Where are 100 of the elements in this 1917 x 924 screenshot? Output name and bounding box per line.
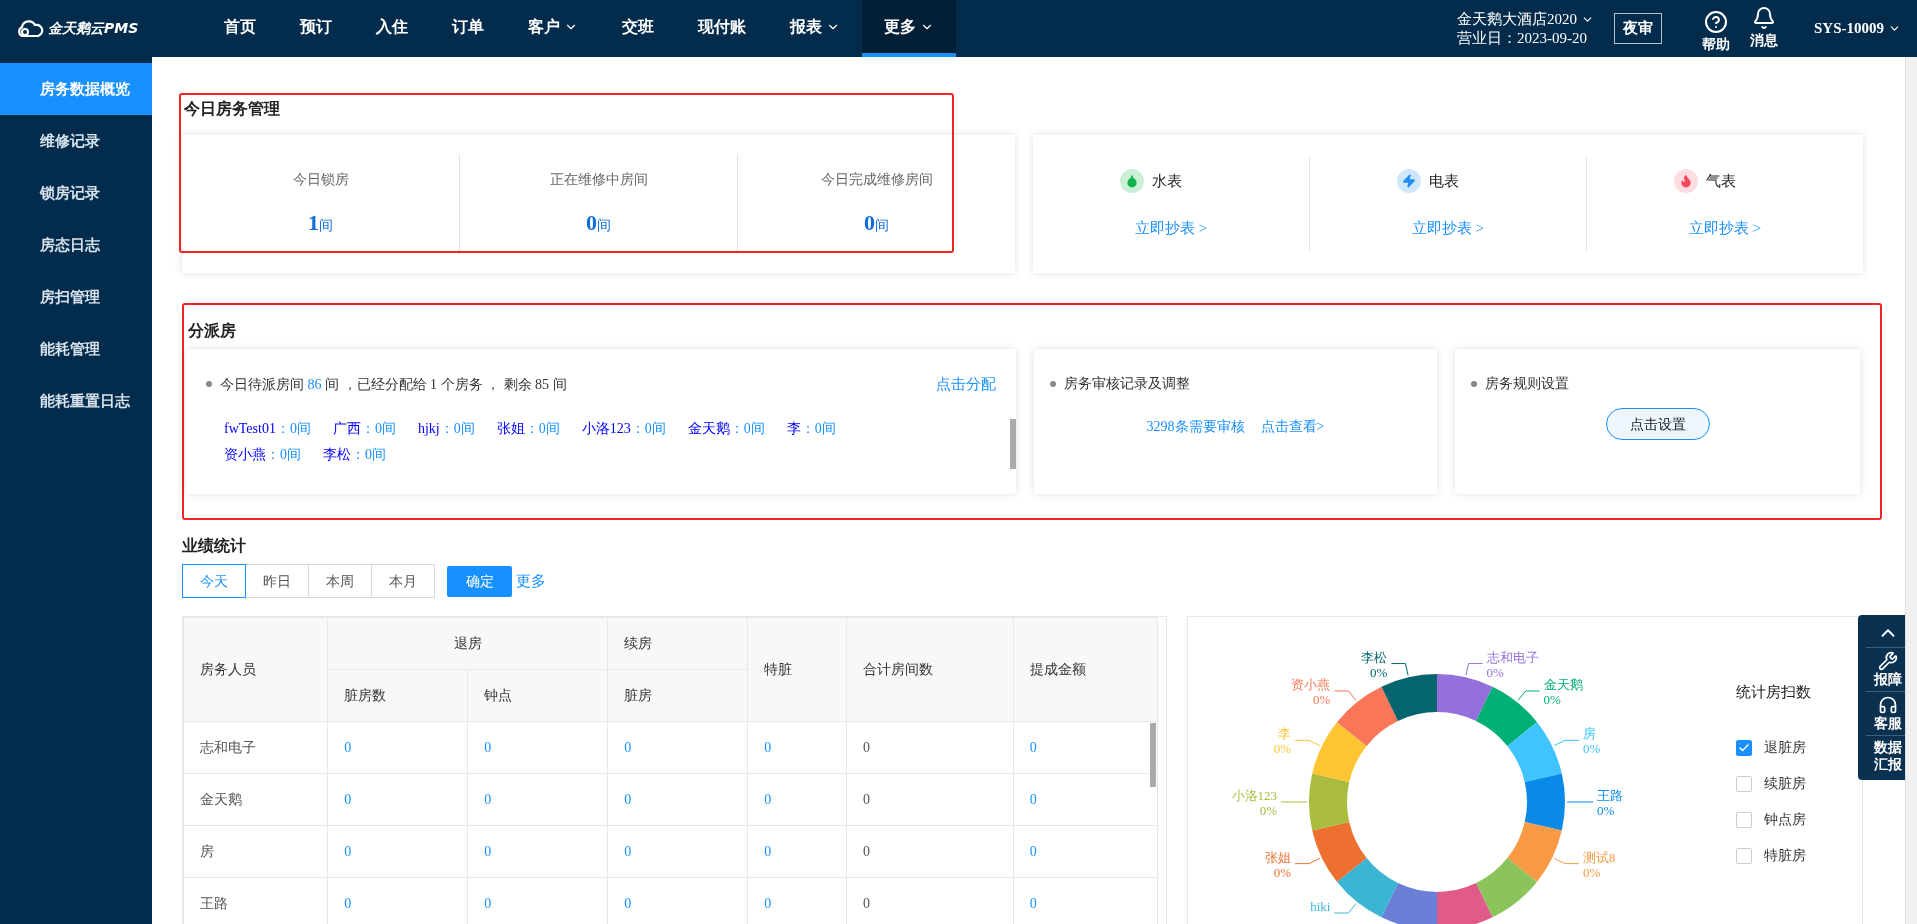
sidebar-item[interactable]: 能耗重置日志 bbox=[0, 375, 152, 427]
checkbox[interactable] bbox=[1736, 775, 1752, 792]
stat-label: 今日完成维修房间 bbox=[820, 171, 933, 189]
slice-label: 资小燕 bbox=[1291, 677, 1331, 692]
section-title: 业绩统计 bbox=[182, 536, 247, 556]
period-tab[interactable]: 本月 bbox=[371, 564, 435, 598]
tool-label[interactable]: 数据汇报 bbox=[1872, 739, 1903, 773]
checkbox-label: 特脏房 bbox=[1764, 847, 1806, 865]
leader-line bbox=[1294, 857, 1321, 865]
staff-count[interactable]: 广西：0间 bbox=[332, 417, 396, 439]
messages-button[interactable]: 消息 bbox=[1750, 6, 1778, 51]
slice-percent: 0% bbox=[1543, 692, 1561, 707]
column-header: 特脏 bbox=[747, 617, 847, 722]
period-tab[interactable]: 本周 bbox=[308, 564, 372, 598]
table-cell: 王路 bbox=[183, 877, 328, 924]
hotel-name[interactable]: 金天鹅大酒店2020 bbox=[1457, 9, 1594, 29]
scrollbar-thumb[interactable] bbox=[1010, 419, 1016, 469]
bullet-icon bbox=[1471, 380, 1477, 387]
slice-percent: 0% bbox=[1486, 664, 1504, 680]
slice-percent: 0% bbox=[1582, 741, 1601, 757]
slice-percent: 0% bbox=[1313, 692, 1331, 707]
scrollbar-thumb[interactable] bbox=[1150, 723, 1156, 787]
slice-label: 金天鹅 bbox=[1543, 677, 1583, 692]
help-icon bbox=[1704, 10, 1728, 34]
slice-percent: 0% bbox=[1259, 803, 1277, 818]
checkbox-label: 退脏房 bbox=[1764, 739, 1806, 757]
slice-label: 张姐 bbox=[1265, 849, 1292, 865]
column-header: 续房 bbox=[607, 617, 748, 670]
checkbox[interactable] bbox=[1736, 739, 1752, 756]
tool-label[interactable]: 报障 bbox=[1872, 671, 1903, 688]
slice-label: hiki bbox=[1310, 899, 1331, 914]
leader-line bbox=[1280, 801, 1308, 803]
tool-label[interactable]: 客服 bbox=[1872, 715, 1903, 732]
leader-line bbox=[1333, 903, 1357, 914]
nav-item[interactable]: 入住 bbox=[354, 0, 430, 57]
sidebar-item[interactable]: 能耗管理 bbox=[0, 323, 152, 375]
card-title: 房务规则设置 bbox=[1485, 375, 1569, 393]
flame-icon bbox=[1674, 168, 1698, 193]
check-icon bbox=[1738, 741, 1750, 754]
meter-label: 电表 bbox=[1429, 171, 1459, 191]
table-cell: 0 bbox=[846, 721, 1014, 774]
nav-item[interactable]: 订单 bbox=[430, 0, 506, 57]
staff-count[interactable]: fwTest01：0间 bbox=[224, 417, 311, 439]
leader-line bbox=[1553, 739, 1580, 747]
nav-item[interactable]: 交班 bbox=[600, 0, 676, 57]
staff-count[interactable]: 小洛123：0间 bbox=[581, 417, 666, 439]
business-date: 营业日：2023-09-20 bbox=[1457, 28, 1588, 48]
night-audit-button[interactable]: 夜审 bbox=[1614, 13, 1662, 44]
table-cell: 志和电子 bbox=[183, 721, 328, 774]
nav-item[interactable]: 预订 bbox=[278, 0, 354, 57]
user-menu[interactable]: SYS-10009 bbox=[1814, 17, 1901, 40]
leader-line bbox=[1333, 690, 1357, 701]
nav-item[interactable]: 首页 bbox=[202, 0, 278, 57]
table-cell: 0 bbox=[846, 773, 1014, 826]
review-count: 3298条需要审核 bbox=[1146, 418, 1245, 436]
nav-item[interactable]: 客户 bbox=[506, 0, 600, 57]
headphones-icon bbox=[1877, 695, 1898, 715]
slice-percent: 0% bbox=[1273, 864, 1292, 880]
sidebar-item[interactable]: 锁房记录 bbox=[0, 167, 152, 219]
stat-value: 0间 bbox=[864, 209, 889, 237]
leader-line bbox=[1294, 739, 1321, 747]
lightning-icon bbox=[1397, 168, 1421, 193]
leader-line bbox=[1566, 801, 1594, 803]
period-tab[interactable]: 昨日 bbox=[245, 564, 309, 598]
staff-count[interactable]: hjkj：0间 bbox=[417, 417, 475, 439]
leader-line bbox=[1390, 663, 1409, 676]
settings-button[interactable]: 点击设置 bbox=[1605, 408, 1710, 440]
pending-summary: 今日待派房间 86 间 ，已经分配给 1 个房务 ， 剩余 85 间 bbox=[220, 375, 567, 394]
nav-item[interactable]: 更多 bbox=[862, 0, 956, 57]
column-header: 合计房间数 bbox=[846, 617, 1014, 722]
bell-icon bbox=[1752, 6, 1776, 30]
staff-count[interactable]: 李：0间 bbox=[786, 417, 836, 439]
staff-count[interactable]: 资小燕：0间 bbox=[224, 443, 301, 465]
sidebar-item[interactable]: 房态日志 bbox=[0, 219, 152, 271]
checkbox[interactable] bbox=[1736, 847, 1752, 864]
staff-count[interactable]: 张姐：0间 bbox=[496, 417, 560, 439]
nav-item[interactable]: 报表 bbox=[768, 0, 862, 57]
section-title: 今日房务管理 bbox=[183, 99, 281, 119]
checkbox[interactable] bbox=[1736, 811, 1752, 828]
sidebar-item[interactable]: 维修记录 bbox=[0, 115, 152, 167]
wrench-icon bbox=[1877, 651, 1898, 671]
slice-label: 小洛123 bbox=[1231, 788, 1277, 803]
leader-line bbox=[1465, 663, 1484, 676]
slice-label: 李松 bbox=[1361, 649, 1388, 665]
stat-label: 正在维修中房间 bbox=[549, 171, 648, 189]
section-title: 分派房 bbox=[187, 321, 237, 341]
slice-label: 房 bbox=[1582, 726, 1596, 742]
sidebar-item[interactable]: 房扫管理 bbox=[0, 271, 152, 323]
legend-title: 统计房扫数 bbox=[1736, 683, 1811, 702]
meter-label: 水表 bbox=[1152, 171, 1182, 191]
help-button[interactable]: 帮助 bbox=[1702, 10, 1730, 55]
nav-item[interactable]: 现付账 bbox=[676, 0, 768, 57]
bullet-icon bbox=[1050, 380, 1056, 387]
column-header: 钟点 bbox=[467, 669, 608, 722]
brand-logo-text: 金天鹅云PMS bbox=[48, 19, 139, 38]
card-title: 房务审核记录及调整 bbox=[1064, 375, 1190, 393]
staff-count[interactable]: 李松：0间 bbox=[323, 443, 386, 465]
stat-value: 1间 bbox=[308, 209, 333, 237]
staff-count[interactable]: 金天鹅：0间 bbox=[687, 417, 765, 439]
checkbox-label: 钟点房 bbox=[1764, 811, 1806, 829]
